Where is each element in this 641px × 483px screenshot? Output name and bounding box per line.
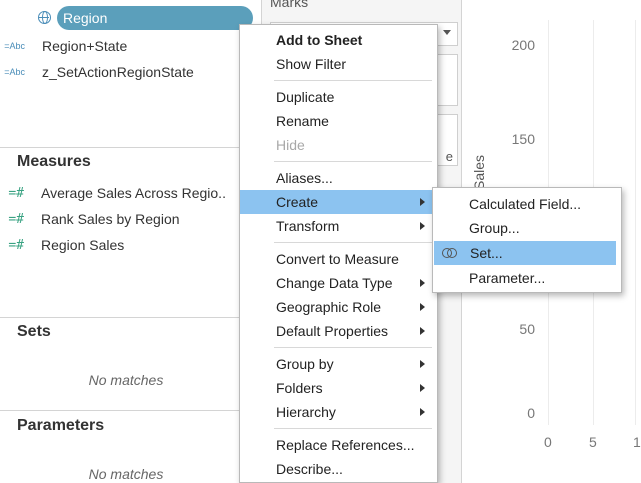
menu-item-label: Hierarchy xyxy=(276,404,336,420)
y-tick-label: 0 xyxy=(527,405,535,421)
submenu-item-set[interactable]: Set... xyxy=(434,241,616,265)
globe-icon xyxy=(38,11,51,24)
menu-item-label: Default Properties xyxy=(276,323,389,339)
menu-item-label: Set... xyxy=(470,245,503,261)
sets-section-title: Sets xyxy=(17,323,51,340)
field-pill-region[interactable]: Region xyxy=(57,6,253,30)
menu-item-transform[interactable]: Transform xyxy=(240,214,437,238)
menu-item-label: Geographic Role xyxy=(276,299,382,315)
submenu-item-parameter[interactable]: Parameter... xyxy=(433,266,621,290)
menu-item-label: Folders xyxy=(276,380,323,396)
y-tick-label: 200 xyxy=(511,37,535,53)
abc-icon: =Abc xyxy=(4,41,25,51)
chevron-right-icon xyxy=(420,384,425,392)
field-label: Average Sales Across Regio.. xyxy=(41,185,226,201)
measures-section-title: Measures xyxy=(17,153,91,170)
measure-field-average-sales[interactable]: =# Average Sales Across Regio.. xyxy=(0,181,226,205)
menu-separator xyxy=(274,161,432,162)
marks-property-label: e xyxy=(445,149,453,164)
measure-field-region-sales[interactable]: =# Region Sales xyxy=(0,233,124,257)
x-tick-label: 5 xyxy=(589,434,597,450)
x-tick-label: 1 xyxy=(633,434,641,450)
abc-icon: =Abc xyxy=(4,67,25,77)
menu-item-label: Group by xyxy=(276,356,334,372)
menu-item-folders[interactable]: Folders xyxy=(240,376,437,400)
menu-item-change-data-type[interactable]: Change Data Type xyxy=(240,271,437,295)
x-tick-label: 0 xyxy=(544,434,552,450)
chevron-right-icon xyxy=(420,327,425,335)
menu-item-create[interactable]: Create xyxy=(240,190,437,214)
menu-item-label: Transform xyxy=(276,218,340,234)
menu-item-group-by[interactable]: Group by xyxy=(240,352,437,376)
parameters-section-title: Parameters xyxy=(17,417,105,434)
chevron-right-icon xyxy=(420,408,425,416)
menu-item-replace-references[interactable]: Replace References... xyxy=(240,433,437,457)
field-label: Rank Sales by Region xyxy=(41,211,180,227)
menu-item-add-to-sheet[interactable]: Add to Sheet xyxy=(240,28,437,52)
set-icon xyxy=(442,246,458,260)
menu-item-rename[interactable]: Rename xyxy=(240,109,437,133)
calculated-measure-icon: =# xyxy=(8,211,24,227)
chevron-right-icon xyxy=(420,279,425,287)
menu-item-hide: Hide xyxy=(276,137,305,153)
menu-item-label: Change Data Type xyxy=(276,275,393,291)
y-tick-label: 50 xyxy=(519,321,535,337)
chevron-right-icon xyxy=(420,198,425,206)
grid-line xyxy=(635,20,636,425)
dimension-field-z-setaction-region-state[interactable]: =Abc z_SetActionRegionState xyxy=(0,60,194,84)
menu-item-duplicate[interactable]: Duplicate xyxy=(240,85,437,109)
data-pane: Region =Abc Region+State =Abc z_SetActio… xyxy=(0,0,262,483)
menu-item-hierarchy[interactable]: Hierarchy xyxy=(240,400,437,424)
field-label: z_SetActionRegionState xyxy=(42,64,194,80)
dimension-field-region[interactable]: Region xyxy=(0,0,261,32)
field-label: Region Sales xyxy=(41,237,125,253)
menu-item-default-properties[interactable]: Default Properties xyxy=(240,319,437,343)
field-context-menu: Add to Sheet Show Filter Duplicate Renam… xyxy=(239,24,438,483)
menu-item-show-filter[interactable]: Show Filter xyxy=(240,52,437,76)
menu-item-convert-to-measure[interactable]: Convert to Measure xyxy=(240,247,437,271)
section-divider xyxy=(0,147,261,148)
section-divider xyxy=(0,410,261,411)
menu-separator xyxy=(274,80,432,81)
measure-field-rank-sales[interactable]: =# Rank Sales by Region xyxy=(0,207,180,231)
submenu-item-group[interactable]: Group... xyxy=(433,216,621,240)
menu-separator xyxy=(274,428,432,429)
field-label: Region+State xyxy=(42,38,128,54)
marks-title: Marks xyxy=(270,0,309,10)
y-tick-label: 150 xyxy=(511,131,535,147)
section-divider xyxy=(0,317,261,318)
menu-item-describe[interactable]: Describe... xyxy=(240,457,437,481)
menu-separator xyxy=(274,347,432,348)
sets-empty-message: No matches xyxy=(88,372,164,388)
menu-separator xyxy=(274,242,432,243)
submenu-item-calculated-field[interactable]: Calculated Field... xyxy=(433,192,621,216)
calculated-measure-icon: =# xyxy=(8,237,24,253)
create-submenu: Calculated Field... Group... Set... Para… xyxy=(432,187,622,293)
menu-item-geographic-role[interactable]: Geographic Role xyxy=(240,295,437,319)
menu-item-label: Create xyxy=(276,194,319,210)
y-axis-title: Sales xyxy=(471,154,487,190)
chevron-right-icon xyxy=(420,222,425,230)
chevron-right-icon xyxy=(420,360,425,368)
chevron-right-icon xyxy=(420,303,425,311)
parameters-empty-message: No matches xyxy=(88,466,164,482)
calculated-measure-icon: =# xyxy=(8,185,24,201)
menu-item-aliases[interactable]: Aliases... xyxy=(240,166,437,190)
chevron-down-icon xyxy=(443,30,451,35)
dimension-field-region-state[interactable]: =Abc Region+State xyxy=(0,34,127,58)
